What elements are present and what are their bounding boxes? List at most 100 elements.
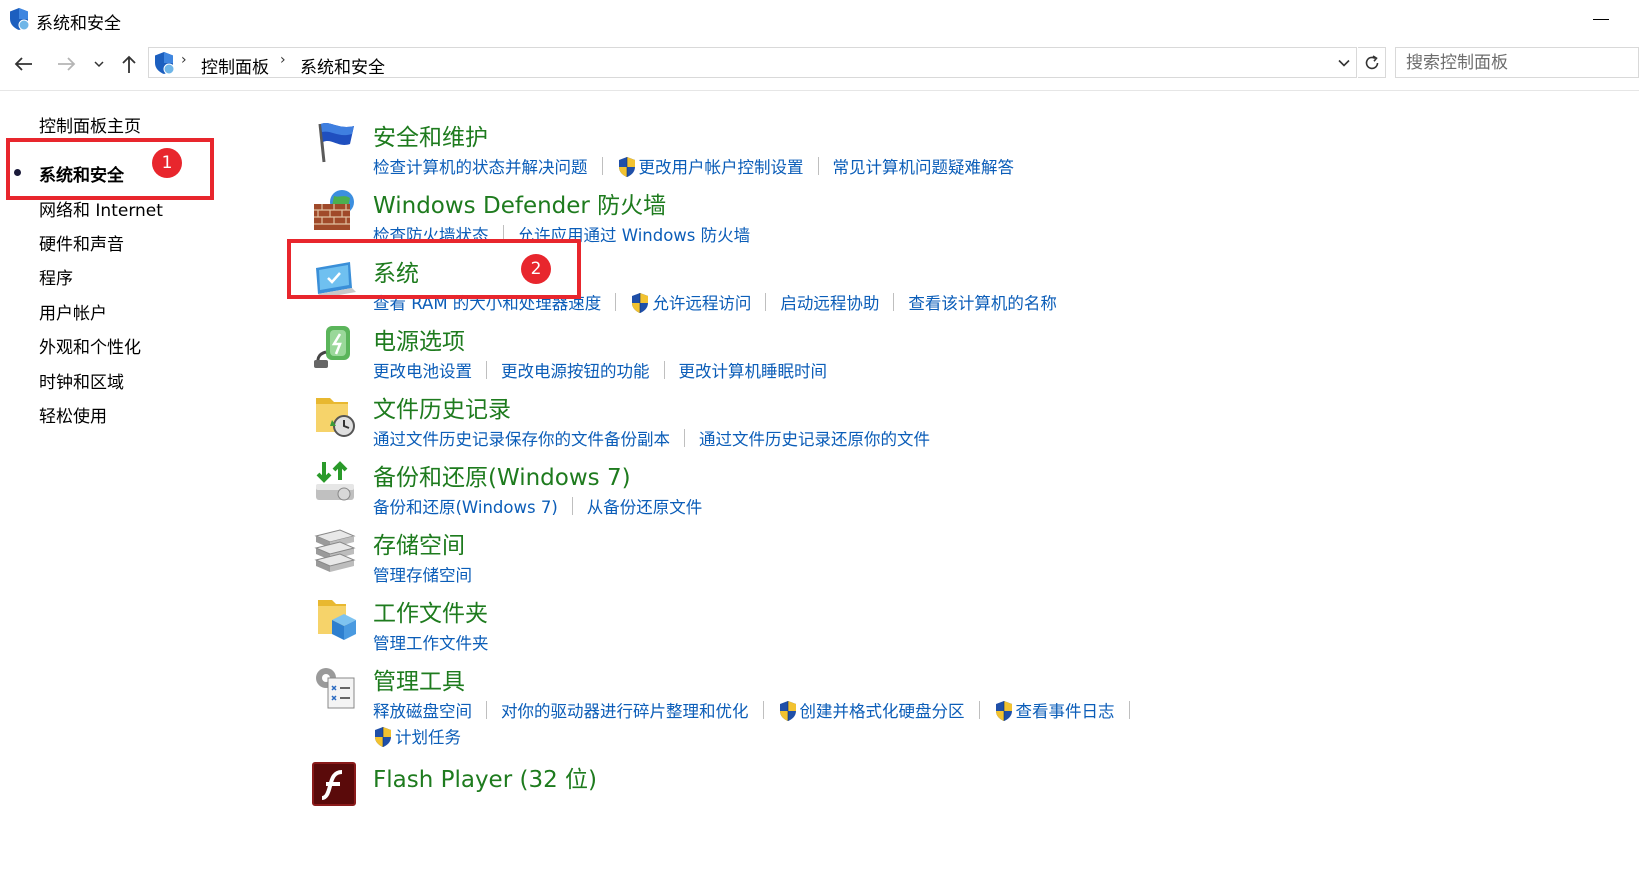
category-links-line2: 计划任务 bbox=[373, 724, 461, 748]
chevron-down-icon bbox=[1338, 59, 1350, 67]
sidebar-item-programs[interactable]: 程序 bbox=[39, 264, 73, 289]
search-input[interactable] bbox=[1395, 47, 1639, 78]
forward-button[interactable] bbox=[52, 48, 82, 80]
link-restore-from-backup[interactable]: 从备份还原文件 bbox=[587, 494, 703, 518]
category-title[interactable]: Windows Defender 防火墙 bbox=[373, 186, 666, 220]
category-title[interactable]: 备份和还原(Windows 7) bbox=[373, 458, 631, 492]
link-battery-settings[interactable]: 更改电池设置 bbox=[373, 358, 472, 382]
uac-shield-icon bbox=[778, 700, 798, 722]
storage-spaces-icon bbox=[314, 529, 356, 572]
link-separator bbox=[1128, 701, 1130, 719]
link-check-status[interactable]: 检查计算机的状态并解决问题 bbox=[373, 154, 588, 178]
link-label: 查看事件日志 bbox=[1015, 702, 1115, 721]
sidebar-item-user-accounts[interactable]: 用户帐户 bbox=[39, 299, 107, 324]
link-separator bbox=[893, 293, 895, 311]
link-manage-storage[interactable]: 管理存储空间 bbox=[373, 562, 472, 586]
annotation-highlight-box bbox=[6, 138, 214, 200]
category-title[interactable]: 管理工具 bbox=[373, 662, 465, 696]
link-separator bbox=[601, 157, 603, 175]
address-bar[interactable]: › 控制面板 › 系统和安全 bbox=[148, 47, 1357, 78]
link-save-backup[interactable]: 通过文件历史记录保存你的文件备份副本 bbox=[373, 426, 670, 450]
link-label: 计划任务 bbox=[395, 728, 461, 747]
link-backup-restore-win7[interactable]: 备份和还原(Windows 7) bbox=[373, 494, 558, 518]
window-title: 系统和安全 bbox=[36, 14, 121, 34]
sidebar-item-control-panel-home[interactable]: 控制面板主页 bbox=[39, 112, 141, 137]
uac-shield-icon bbox=[617, 156, 637, 178]
flash-player-icon bbox=[312, 762, 356, 806]
link-separator bbox=[615, 293, 617, 311]
power-options-icon bbox=[314, 326, 350, 368]
breadcrumb-separator[interactable]: › bbox=[181, 52, 187, 68]
sidebar-item-clock-region[interactable]: 时钟和区域 bbox=[39, 368, 124, 393]
link-manage-work-folders[interactable]: 管理工作文件夹 bbox=[373, 630, 489, 654]
link-separator bbox=[663, 361, 665, 379]
up-button[interactable] bbox=[116, 48, 142, 80]
work-folders-icon bbox=[318, 600, 356, 640]
link-separator bbox=[762, 701, 764, 719]
up-arrow-icon bbox=[122, 55, 136, 73]
link-restore-files[interactable]: 通过文件历史记录还原你的文件 bbox=[699, 426, 930, 450]
refresh-icon bbox=[1365, 54, 1378, 69]
refresh-button[interactable] bbox=[1358, 47, 1386, 78]
control-panel-shield-icon bbox=[10, 8, 30, 31]
sidebar-item-hardware-sound[interactable]: 硬件和声音 bbox=[39, 230, 124, 255]
flag-icon bbox=[318, 123, 354, 163]
forward-arrow-icon bbox=[58, 57, 76, 71]
link-sleep-time[interactable]: 更改计算机睡眠时间 bbox=[679, 358, 828, 382]
firewall-icon bbox=[314, 190, 354, 230]
chevron-down-icon bbox=[94, 61, 104, 68]
sidebar-item-appearance[interactable]: 外观和个性化 bbox=[39, 333, 141, 358]
link-separator bbox=[486, 361, 487, 379]
uac-shield-icon bbox=[630, 292, 650, 314]
category-title[interactable]: 文件历史记录 bbox=[373, 390, 511, 424]
link-separator bbox=[978, 701, 980, 719]
link-label: 创建并格式化硬盘分区 bbox=[799, 702, 965, 721]
title-bar: 系统和安全 bbox=[0, 0, 1639, 40]
category-title[interactable]: 电源选项 bbox=[373, 322, 465, 356]
link-event-logs[interactable]: 查看事件日志 bbox=[994, 698, 1115, 722]
category-links: 管理工作文件夹 bbox=[373, 630, 489, 654]
sidebar-item-ease-of-access[interactable]: 轻松使用 bbox=[39, 402, 107, 427]
link-separator bbox=[817, 157, 819, 175]
file-history-icon bbox=[316, 398, 355, 437]
link-defragment[interactable]: 对你的驱动器进行碎片整理和优化 bbox=[501, 698, 749, 722]
navigation-bar: › 控制面板 › 系统和安全 bbox=[0, 46, 1639, 82]
link-separator bbox=[486, 701, 487, 719]
link-partition-disks[interactable]: 创建并格式化硬盘分区 bbox=[778, 698, 965, 722]
uac-shield-icon bbox=[373, 726, 393, 748]
divider bbox=[0, 90, 1639, 91]
backup-restore-icon bbox=[316, 461, 354, 501]
link-remote-assistance[interactable]: 启动远程协助 bbox=[780, 290, 879, 314]
category-title[interactable]: 存储空间 bbox=[373, 526, 465, 560]
address-dropdown-button[interactable] bbox=[1332, 48, 1356, 77]
category-links: 通过文件历史记录保存你的文件备份副本 通过文件历史记录还原你的文件 bbox=[373, 426, 930, 450]
back-arrow-icon bbox=[14, 57, 32, 71]
link-power-button[interactable]: 更改电源按钮的功能 bbox=[501, 358, 650, 382]
breadcrumb-control-panel[interactable]: 控制面板 bbox=[201, 53, 269, 78]
category-title[interactable]: Flash Player (32 位) bbox=[373, 760, 597, 794]
recent-locations-button[interactable] bbox=[90, 48, 108, 80]
breadcrumb-separator[interactable]: › bbox=[280, 52, 286, 68]
annotation-badge: 1 bbox=[152, 148, 182, 178]
category-links: 管理存储空间 bbox=[373, 562, 472, 586]
category-title[interactable]: 工作文件夹 bbox=[373, 594, 488, 628]
breadcrumb-system-security[interactable]: 系统和安全 bbox=[300, 53, 385, 78]
link-computer-name[interactable]: 查看该计算机的名称 bbox=[908, 290, 1057, 314]
link-separator bbox=[684, 429, 685, 447]
category-links: 更改电池设置 更改电源按钮的功能 更改计算机睡眠时间 bbox=[373, 358, 827, 382]
link-troubleshooting[interactable]: 常见计算机问题疑难解答 bbox=[833, 154, 1015, 178]
link-separator bbox=[571, 497, 573, 515]
back-button[interactable] bbox=[8, 48, 38, 80]
link-scheduled-tasks[interactable]: 计划任务 bbox=[373, 724, 461, 748]
admin-tools-icon bbox=[316, 668, 355, 709]
link-free-disk-space[interactable]: 释放磁盘空间 bbox=[373, 698, 472, 722]
annotation-badge: 2 bbox=[521, 254, 551, 284]
link-allow-remote-access[interactable]: 允许远程访问 bbox=[630, 290, 751, 314]
uac-shield-icon bbox=[994, 700, 1014, 722]
link-label: 允许远程访问 bbox=[652, 294, 752, 313]
link-uac-settings[interactable]: 更改用户帐户控制设置 bbox=[617, 154, 804, 178]
link-label: 更改用户帐户控制设置 bbox=[638, 158, 804, 177]
category-links: 释放磁盘空间 对你的驱动器进行碎片整理和优化 创建并格式化硬盘分区 查看事件日志 bbox=[373, 698, 1144, 722]
category-title[interactable]: 安全和维护 bbox=[373, 118, 488, 152]
minimize-button[interactable] bbox=[1583, 2, 1623, 36]
